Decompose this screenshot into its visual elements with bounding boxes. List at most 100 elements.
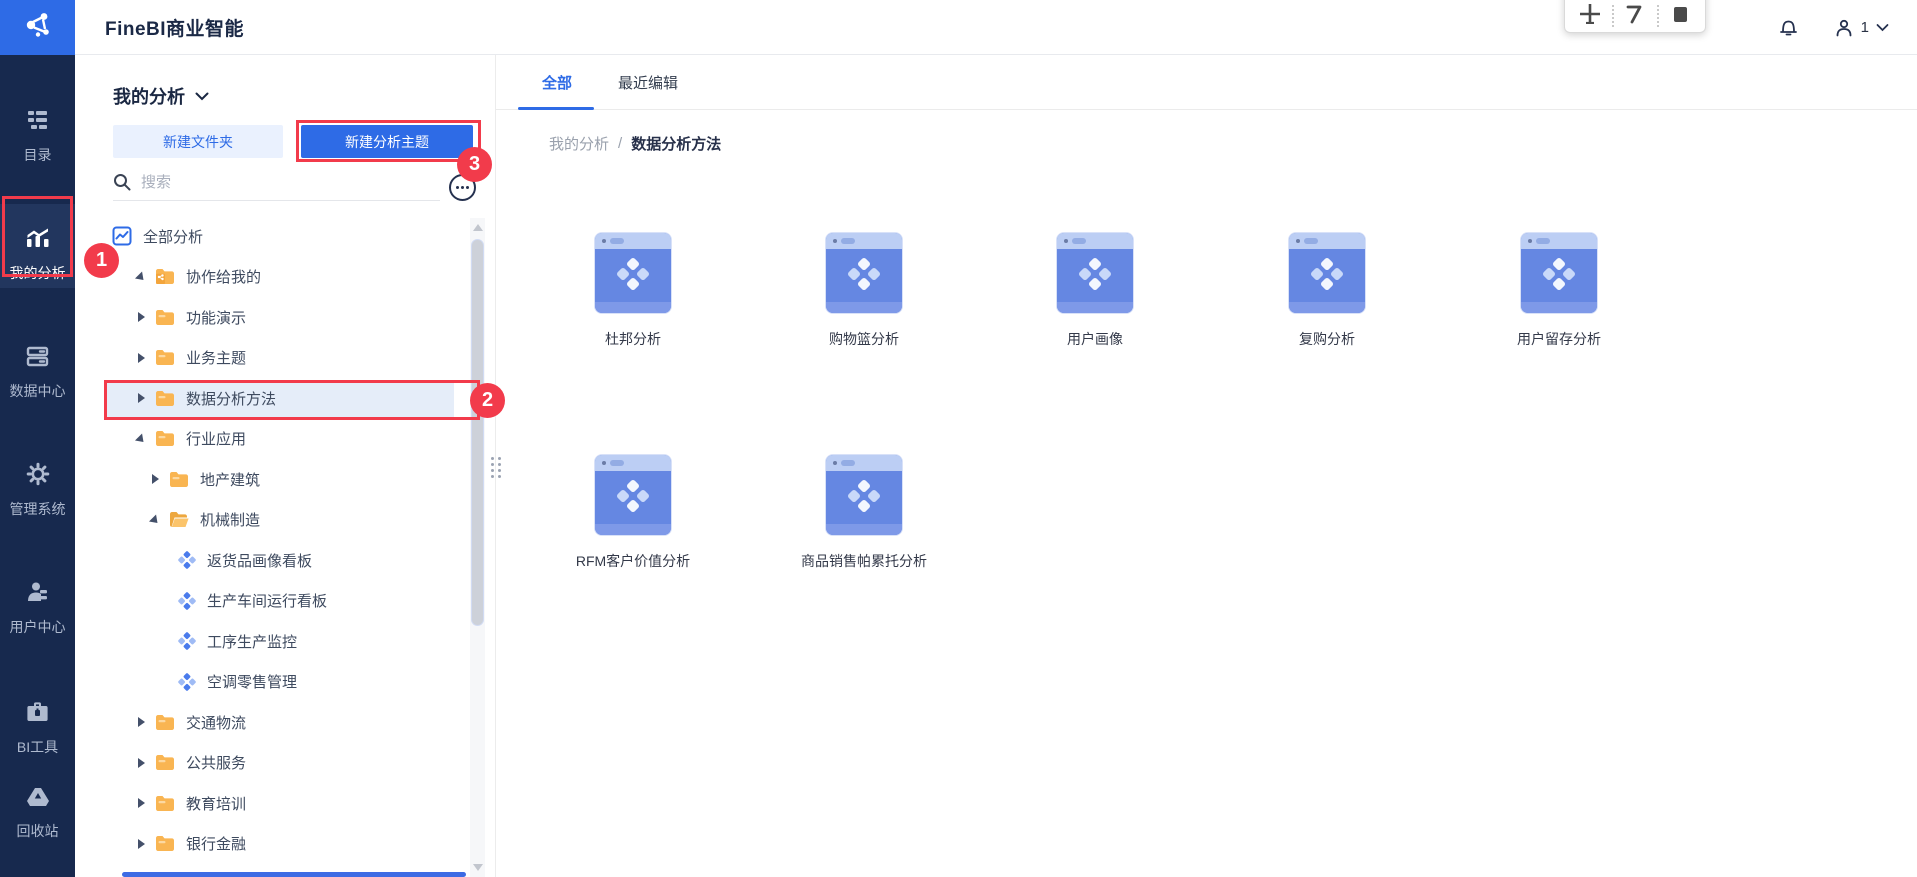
tree-row-banking-finance[interactable]: 银行金融 <box>75 824 495 865</box>
tree-expanded-arrow-icon[interactable] <box>150 515 160 525</box>
gear-icon <box>26 462 50 491</box>
search-input[interactable] <box>141 173 411 191</box>
left-rail: 目录 我的分析 数据中心 管理系统 用户中心 BI工具 回收站 <box>0 55 75 877</box>
sidebar-item-label: 我的分析 <box>9 265 66 281</box>
tree-row-label: 工序生产监控 <box>207 633 298 651</box>
scrollbar-thumb[interactable] <box>472 240 483 625</box>
folder-icon <box>155 835 175 852</box>
tree-row-public-services[interactable]: 公共服务 <box>75 743 495 784</box>
theme-icon <box>178 591 196 610</box>
folder-icon <box>169 471 189 488</box>
tree-row-aircon-retail[interactable]: 空调零售管理 <box>75 662 495 703</box>
sidebar-item-recycle-bin[interactable]: 回收站 <box>0 786 75 841</box>
card-label: 购物篮分析 <box>829 331 899 347</box>
tree-row-label: 数据分析方法 <box>186 390 277 408</box>
user-menu[interactable]: 1 <box>1834 18 1889 38</box>
tree-row-label: 空调零售管理 <box>207 674 298 692</box>
tree-row-shared-with-me[interactable]: 协作给我的 <box>75 257 495 298</box>
pinwheel-logo-icon <box>1310 257 1344 296</box>
tree-horizontal-scrollbar-thumb[interactable] <box>122 872 466 877</box>
new-analysis-subject-button[interactable]: 新建分析主题 <box>301 125 473 158</box>
data-center-icon <box>25 344 50 373</box>
tree-row-machinery[interactable]: 机械制造 <box>75 500 495 541</box>
tree-collapsed-arrow-icon[interactable] <box>150 474 160 485</box>
sidebar-item-my-analysis[interactable]: 我的分析 <box>0 204 75 288</box>
annotation-badge-3: 3 <box>457 147 492 182</box>
card-label: RFM客户价值分析 <box>575 553 691 569</box>
annotation-badge-2: 2 <box>470 383 505 418</box>
pinwheel-logo-icon <box>847 257 881 296</box>
tree-row-label: 生产车间运行看板 <box>207 593 328 611</box>
panel-resize-handle[interactable] <box>489 452 503 482</box>
sidebar-item-label: BI工具 <box>16 739 59 755</box>
pen-tool-icon[interactable] <box>1622 1 1648 27</box>
tree-collapsed-arrow-icon[interactable] <box>136 393 146 404</box>
pinwheel-logo-icon <box>1078 257 1112 296</box>
tree-row-data-analysis-methods[interactable]: 数据分析方法 <box>75 378 495 419</box>
tree-row-feature-demo[interactable]: 功能演示 <box>75 297 495 338</box>
pinwheel-logo-icon <box>1542 257 1576 296</box>
tree-collapsed-arrow-icon[interactable] <box>136 312 146 323</box>
analysis-tree: 全部分析 协作给我的 功能演示 业务主题 数据分析方法 行业应用 地产建筑 机械… <box>75 216 495 877</box>
analysis-card-dupont[interactable]: 杜邦分析 <box>553 233 713 349</box>
scroll-down-icon[interactable] <box>473 864 483 871</box>
new-folder-button[interactable]: 新建文件夹 <box>113 125 283 158</box>
tree-row-process-monitoring[interactable]: 工序生产监控 <box>75 621 495 662</box>
sidebar-item-bi-tools[interactable]: BI工具 <box>0 700 75 757</box>
tree-collapsed-arrow-icon[interactable] <box>136 838 146 849</box>
sidebar-item-directory[interactable]: 目录 <box>0 108 75 165</box>
directory-icon <box>25 108 50 137</box>
tree-row-returned-goods-dashboard[interactable]: 返货品画像看板 <box>75 540 495 581</box>
tree-expanded-arrow-icon[interactable] <box>136 434 146 444</box>
analysis-card-rfm[interactable]: RFM客户价值分析 <box>553 455 713 571</box>
tree-row-label: 全部分析 <box>143 228 204 246</box>
user-center-icon <box>25 580 50 609</box>
move-tool-icon[interactable] <box>1577 1 1603 27</box>
notification-bell-icon[interactable] <box>1777 16 1800 39</box>
app-title: FineBI商业智能 <box>105 19 245 40</box>
analysis-card-retention[interactable]: 用户留存分析 <box>1479 233 1639 349</box>
main-content: 全部 最近编辑 我的分析 / 数据分析方法 杜邦分析 购物篮分析 用户画像 复购… <box>496 55 1917 877</box>
recycle-icon <box>26 786 50 813</box>
tree-row-real-estate[interactable]: 地产建筑 <box>75 459 495 500</box>
tree-row-business-themes[interactable]: 业务主题 <box>75 338 495 379</box>
tree-scrollbar[interactable] <box>470 218 485 877</box>
tree-collapsed-arrow-icon[interactable] <box>136 717 146 728</box>
pinwheel-logo-icon <box>616 257 650 296</box>
toolbar-separator <box>1611 5 1614 27</box>
tree-row-industry-applications[interactable]: 行业应用 <box>75 419 495 460</box>
card-label: 商品销售帕累托分析 <box>801 553 927 569</box>
folder-icon <box>155 390 175 407</box>
active-tab-underline <box>518 107 594 110</box>
tree-collapsed-arrow-icon[interactable] <box>136 352 146 363</box>
folder-icon <box>155 430 175 447</box>
scroll-up-icon[interactable] <box>473 224 483 231</box>
folder-icon <box>155 795 175 812</box>
panel-title-text: 我的分析 <box>113 87 185 107</box>
finebi-logo[interactable] <box>0 0 75 55</box>
tree-row-education-training[interactable]: 教育培训 <box>75 783 495 824</box>
tree-row-transport-logistics[interactable]: 交通物流 <box>75 702 495 743</box>
tab-recently-edited[interactable]: 最近编辑 <box>618 72 678 93</box>
analysis-card-pareto[interactable]: 商品销售帕累托分析 <box>784 455 944 571</box>
folder-open-icon <box>169 511 189 528</box>
analysis-card-repurchase[interactable]: 复购分析 <box>1247 233 1407 349</box>
breadcrumb-parent[interactable]: 我的分析 <box>549 133 609 154</box>
sidebar-item-data-center[interactable]: 数据中心 <box>0 344 75 401</box>
sidebar-item-user-center[interactable]: 用户中心 <box>0 580 75 637</box>
analysis-card-basket[interactable]: 购物篮分析 <box>784 233 944 349</box>
shape-tool-icon[interactable] <box>1667 1 1693 27</box>
tree-collapsed-arrow-icon[interactable] <box>136 798 146 809</box>
analysis-theme-thumbnail <box>595 455 671 535</box>
tree-row-label: 教育培训 <box>186 795 247 813</box>
tree-row-all-analysis[interactable]: 全部分析 <box>75 216 495 257</box>
tree-collapsed-arrow-icon[interactable] <box>136 757 146 768</box>
analysis-card-user-profile[interactable]: 用户画像 <box>1015 233 1175 349</box>
sidebar-item-management[interactable]: 管理系统 <box>0 462 75 519</box>
tree-expanded-arrow-icon[interactable] <box>136 272 146 282</box>
folder-icon <box>155 754 175 771</box>
tab-all[interactable]: 全部 <box>542 72 572 93</box>
panel-title[interactable]: 我的分析 <box>113 83 209 109</box>
tree-row-workshop-dashboard[interactable]: 生产车间运行看板 <box>75 581 495 622</box>
sidebar-item-label: 用户中心 <box>9 619 66 635</box>
